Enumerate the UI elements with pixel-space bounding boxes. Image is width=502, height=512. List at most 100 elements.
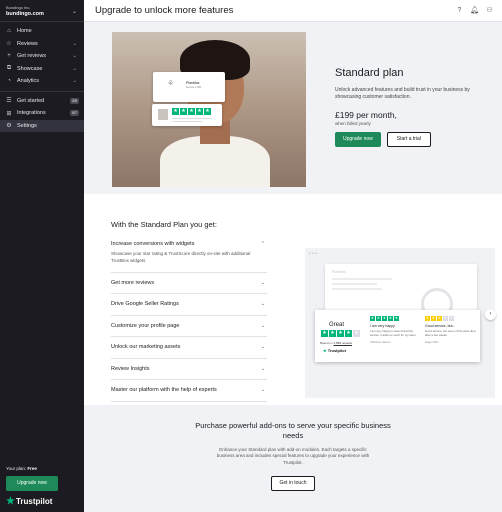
help-icon[interactable]: ? xyxy=(455,6,464,15)
accordion-item[interactable]: Master our platform with the help of exp… xyxy=(111,380,267,402)
reviews-count-link: 1,883 reviews xyxy=(333,341,353,345)
company-switcher[interactable]: Bundingo Inc. bundingo.com ⌄ xyxy=(0,0,84,22)
star-rating: ★ ★ ★ ★ ★ xyxy=(321,330,360,337)
company-card: ⚘ Plantitus Service 1,883 xyxy=(153,72,225,102)
plant-icon: ⚘ xyxy=(167,79,175,88)
sidebar-item-label: Integrations xyxy=(17,110,46,117)
sidebar-item-label: Showcase xyxy=(17,65,43,72)
widget-illustration: • • • Plantitus Great ★ ★ ★ ★ ★ Based on 1,8… xyxy=(305,248,495,398)
star-icon: ★ xyxy=(172,108,179,115)
hero-photo: ⚘ Plantitus Service 1,883 ★ ★ ★ ★ ★ xyxy=(112,32,306,187)
trustbox-widget: Great ★ ★ ★ ★ ★ Based on 1,883 reviews ★ Tru… xyxy=(315,310,480,362)
chevron-down-icon: ⌄ xyxy=(260,387,265,394)
star-icon: ★ xyxy=(382,316,387,321)
rating-word: Great xyxy=(329,322,345,328)
plan-price: £199 per month, xyxy=(335,109,397,120)
accordion-label: Master our platform with the help of exp… xyxy=(111,387,217,394)
chevron-down-icon: ⌄ xyxy=(260,344,265,351)
star-icon: ★ xyxy=(204,108,211,115)
sidebar-item-label: Home xyxy=(17,28,32,35)
top-bar: Upgrade to unlock more features ? 🔔︎ ⚇ xyxy=(84,0,502,22)
get-in-touch-button[interactable]: Get in touch xyxy=(270,475,316,491)
text-line xyxy=(332,283,377,285)
accordion-item[interactable]: Unlock our marketing assets ⌄ xyxy=(111,337,267,359)
text-line xyxy=(172,118,212,119)
chevron-right-icon[interactable]: › xyxy=(485,309,496,320)
based-on-label: Based on xyxy=(320,341,333,345)
star-icon: ★ xyxy=(353,330,360,337)
sidebar-item-label: Analytics xyxy=(17,78,40,85)
text-line xyxy=(332,278,392,280)
star-icon: ★ xyxy=(321,330,328,337)
gear-icon: ⚙ xyxy=(6,123,12,130)
ghost-title: Plantitus xyxy=(332,270,346,274)
billing-note: when billed yearly xyxy=(335,120,371,126)
accordion-item[interactable]: Customize your profile page ⌄ xyxy=(111,316,267,337)
hero-section: ⚘ Plantitus Service 1,883 ★ ★ ★ ★ ★ Standard… xyxy=(84,22,502,194)
star-rating: ★ ★ ★ ★ ★ xyxy=(172,108,211,115)
addons-title: Purchase powerful add-ons to serve your … xyxy=(195,421,391,440)
sidebar-item-settings[interactable]: ⚙ Settings xyxy=(0,119,84,132)
list-icon: ☰ xyxy=(6,98,12,105)
trustpilot-logo[interactable]: ★ Trustpilot xyxy=(6,496,78,507)
progress-badge: 2/5 xyxy=(70,97,79,104)
star-rating: ★ ★ ★ ★ ★ xyxy=(425,316,454,321)
review-title: I am very happy xyxy=(370,324,395,328)
accordion-label: Drive Google Seller Ratings xyxy=(111,301,179,308)
accordion-label: Review Insights xyxy=(111,365,150,372)
sidebar-item-label: Get reviews xyxy=(17,53,47,60)
sidebar-item-reviews[interactable]: ☆ Reviews ⌄ xyxy=(0,38,84,51)
addons-section: Purchase powerful add-ons to serve your … xyxy=(84,405,502,512)
notification-bell-icon[interactable]: 🔔︎ xyxy=(470,6,479,15)
plan-title: Standard plan xyxy=(335,67,404,79)
features-list: With the Standard Plan you get: Increase… xyxy=(111,220,267,402)
text-line xyxy=(332,288,382,290)
sidebar-item-analytics[interactable]: ◔ Analytics ⌄ xyxy=(0,75,84,88)
sidebar-item-get-reviews[interactable]: + Get reviews ⌄ xyxy=(0,50,84,63)
review-body: Good service, but some of the parts died… xyxy=(425,329,476,337)
accordion-description: Showcase your star rating & TrustScore d… xyxy=(111,251,267,273)
star-icon: ★ xyxy=(394,316,399,321)
upgrade-now-button[interactable]: Upgrade now xyxy=(335,131,381,147)
chevron-down-icon: ⌄ xyxy=(72,53,77,60)
company-name: Bundingo Inc. xyxy=(6,5,31,10)
accordion-label: Increase conversions with widgets xyxy=(111,241,195,247)
sidebar-nav: ⌂ Home ☆ Reviews ⌄ + Get reviews ⌄ ⧉ Sho… xyxy=(0,22,84,132)
user-icon[interactable]: ⚇ xyxy=(485,6,494,15)
features-title: With the Standard Plan you get: xyxy=(111,220,217,229)
trustpilot-logo-text: Trustpilot xyxy=(15,497,53,506)
sidebar-item-home[interactable]: ⌂ Home xyxy=(0,25,84,38)
chevron-down-icon: ⌄ xyxy=(71,9,77,15)
star-icon: ★ xyxy=(449,316,454,321)
sidebar-item-get-started[interactable]: ☰ Get started 2/5 xyxy=(0,95,84,108)
home-icon: ⌂ xyxy=(7,28,11,35)
current-plan: Your plan: Free xyxy=(6,466,78,471)
accordion-item[interactable]: Drive Google Seller Ratings ⌄ xyxy=(111,294,267,316)
star-icon: ★ xyxy=(425,316,430,321)
sidebar-item-showcase[interactable]: ⧉ Showcase ⌄ xyxy=(0,63,84,76)
chevron-up-icon: ⌃ xyxy=(260,241,265,247)
accordion-item[interactable]: Review Insights ⌄ xyxy=(111,359,267,380)
upgrade-now-button[interactable]: Upgrade now xyxy=(6,476,58,491)
chevron-down-icon: ⌄ xyxy=(72,78,77,85)
chevron-down-icon: ⌄ xyxy=(260,322,265,329)
sidebar: Bundingo Inc. bundingo.com ⌄ ⌂ Home ☆ Re… xyxy=(0,0,84,512)
chevron-down-icon: ⌄ xyxy=(260,301,265,308)
addons-description: Enhance your Standard plan with add-on m… xyxy=(216,446,370,466)
accordion-item[interactable]: Get more reviews ⌄ xyxy=(111,273,267,294)
text-line xyxy=(172,121,202,122)
start-trial-button[interactable]: Start a trial xyxy=(386,131,431,147)
chevron-down-icon: ⌄ xyxy=(260,365,265,372)
trustpilot-mini-text: Trustpilot xyxy=(327,348,346,353)
review-author: Hugo Ortiz xyxy=(425,339,439,344)
star-icon: ★ xyxy=(431,316,436,321)
accordion-label: Unlock our marketing assets xyxy=(111,344,181,351)
trustpilot-star-icon: ★ xyxy=(323,348,327,353)
divider xyxy=(0,90,84,92)
plan-value: Free xyxy=(27,466,37,471)
review-body: I am very happy to have found this servi… xyxy=(370,329,417,337)
star-icon: ★ xyxy=(388,316,393,321)
star-icon: ★ xyxy=(437,316,442,321)
accordion-item[interactable]: Increase conversions with widgets ⌃ xyxy=(111,235,267,251)
sidebar-item-integrations[interactable]: ⊞ Integrations 0/7 xyxy=(0,107,84,120)
